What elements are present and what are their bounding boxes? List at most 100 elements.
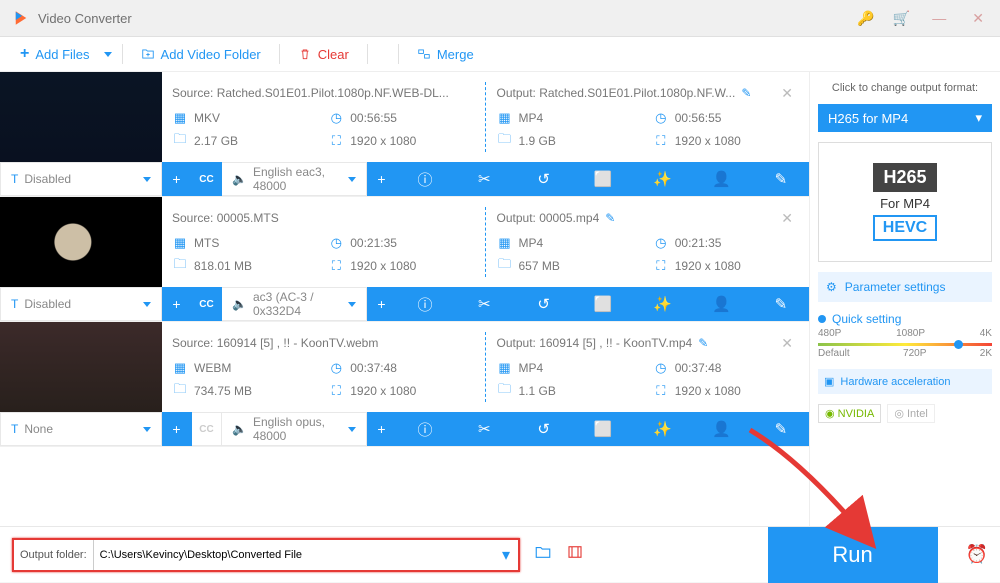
edit-tool-6[interactable]: ✎ — [769, 295, 793, 313]
audio-dropdown[interactable]: 🔈ac3 (AC-3 / 0x332D4 — [222, 287, 367, 321]
edit-tool-2[interactable]: ↺ — [532, 295, 556, 313]
edit-output-name-button[interactable]: ✎ — [605, 211, 615, 225]
close-window-button[interactable]: ✕ — [968, 10, 988, 27]
remove-item-button[interactable]: ✕ — [781, 210, 799, 227]
clock-icon: ◷ — [653, 110, 669, 126]
cc-button[interactable]: CC — [192, 287, 222, 321]
source-size: 2.17 GB — [194, 134, 238, 148]
hardware-acceleration-toggle[interactable]: ▣ Hardware acceleration — [818, 369, 992, 394]
output-label: Output: 00005.mp4 — [497, 211, 600, 225]
format-name: H265 for MP4 — [828, 111, 908, 126]
video-thumbnail[interactable] — [0, 197, 162, 287]
add-files-button[interactable]: + Add Files — [12, 41, 98, 67]
hw-label: Hardware acceleration — [840, 376, 950, 388]
edit-tool-3[interactable]: ⬜ — [591, 170, 615, 188]
output-resolution: 1920 x 1080 — [675, 259, 741, 273]
plus-icon: + — [20, 45, 29, 63]
output-label: Output: 160914 [5] , !! - KoonTV.mp4 — [497, 336, 693, 350]
resolution-icon: ⛶ — [653, 133, 669, 149]
edit-tool-5[interactable]: 👤 — [710, 420, 734, 438]
format-preview[interactable]: H265 For MP4 HEVC — [818, 142, 992, 262]
output-format-dropdown[interactable]: H265 for MP4 ▾ — [818, 104, 992, 132]
add-subtitle-button[interactable]: + — [162, 287, 192, 321]
output-size: 657 MB — [519, 259, 560, 273]
q-default: Default — [818, 348, 850, 359]
parameter-settings-button[interactable]: ⚙ Parameter settings — [818, 272, 992, 302]
resolution-icon: ⛶ — [653, 258, 669, 274]
output-folder-label: Output folder: — [14, 540, 94, 570]
nvidia-badge: ◉ NVIDIA — [818, 404, 881, 423]
output-label: Output: Ratched.S01E01.Pilot.1080p.NF.W.… — [497, 86, 736, 100]
folder-icon: 🗀 — [172, 130, 188, 152]
remove-item-button[interactable]: ✕ — [781, 85, 799, 102]
add-audio-button[interactable]: + — [367, 412, 397, 446]
separator — [122, 44, 123, 64]
run-button[interactable]: Run — [768, 527, 938, 583]
add-files-dropdown-icon[interactable] — [104, 52, 112, 57]
video-thumbnail[interactable] — [0, 322, 162, 412]
output-folder-input[interactable] — [94, 549, 494, 561]
edit-tool-1[interactable]: ✂ — [472, 420, 496, 438]
key-icon[interactable]: 🔑 — [857, 10, 874, 27]
dot-icon — [818, 315, 826, 323]
cc-button[interactable]: CC — [192, 412, 222, 446]
edit-tool-0[interactable]: ⓘ — [413, 294, 437, 315]
edit-tool-1[interactable]: ✂ — [472, 295, 496, 313]
edit-tool-4[interactable]: ✨ — [650, 170, 674, 188]
remove-item-button[interactable]: ✕ — [781, 335, 799, 352]
edit-tool-1[interactable]: ✂ — [472, 170, 496, 188]
clear-button[interactable]: Clear — [290, 43, 357, 66]
cart-icon[interactable]: 🛒 — [893, 10, 910, 27]
edit-tool-4[interactable]: ✨ — [650, 420, 674, 438]
resolution-icon: ⛶ — [328, 258, 344, 274]
add-audio-button[interactable]: + — [367, 162, 397, 196]
folder-icon: 🗀 — [497, 380, 513, 402]
edit-tool-3[interactable]: ⬜ — [591, 420, 615, 438]
edit-tool-3[interactable]: ⬜ — [591, 295, 615, 313]
output-duration: 00:56:55 — [675, 111, 722, 125]
output-folder-dropdown-icon[interactable]: ▾ — [494, 545, 518, 565]
add-subtitle-button[interactable]: + — [162, 412, 192, 446]
video-thumbnail[interactable] — [0, 72, 162, 162]
separator — [279, 44, 280, 64]
subtitle-dropdown[interactable]: TNone — [0, 412, 162, 446]
edit-tool-2[interactable]: ↺ — [532, 420, 556, 438]
file-item: Source: Ratched.S01E01.Pilot.1080p.NF.WE… — [0, 72, 809, 197]
edit-tool-6[interactable]: ✎ — [769, 170, 793, 188]
edit-tool-6[interactable]: ✎ — [769, 420, 793, 438]
edit-tool-5[interactable]: 👤 — [710, 295, 734, 313]
chip-icon: ▣ — [824, 375, 834, 388]
format-icon: ▦ — [497, 235, 513, 251]
minimize-button[interactable]: — — [928, 10, 950, 26]
source-format: MTS — [194, 236, 219, 250]
output-resolution: 1920 x 1080 — [675, 384, 741, 398]
edit-output-name-button[interactable]: ✎ — [741, 86, 751, 100]
audio-dropdown[interactable]: 🔈English eac3, 48000 — [222, 162, 367, 196]
subtitle-dropdown[interactable]: TDisabled — [0, 287, 162, 321]
add-audio-button[interactable]: + — [367, 287, 397, 321]
edit-tool-5[interactable]: 👤 — [710, 170, 734, 188]
edit-tool-0[interactable]: ⓘ — [413, 169, 437, 190]
add-video-folder-button[interactable]: Add Video Folder — [133, 43, 269, 66]
edit-tool-2[interactable]: ↺ — [532, 170, 556, 188]
quality-slider[interactable] — [818, 343, 992, 346]
edit-tool-4[interactable]: ✨ — [650, 295, 674, 313]
edit-toolbar: ⓘ ✂ ↺ ⬜ ✨ 👤 ✎ — [397, 162, 809, 196]
schedule-button[interactable]: ⏰ — [966, 544, 988, 565]
merge-button[interactable]: Merge — [409, 43, 482, 66]
source-label: Source: Ratched.S01E01.Pilot.1080p.NF.WE… — [172, 86, 449, 100]
q-1080p: 1080P — [896, 328, 925, 339]
file-list: Source: Ratched.S01E01.Pilot.1080p.NF.WE… — [0, 72, 810, 526]
audio-dropdown[interactable]: 🔈English opus, 48000 — [222, 412, 367, 446]
folder-icon: 🗀 — [172, 255, 188, 277]
edit-tool-0[interactable]: ⓘ — [413, 419, 437, 440]
subtitle-dropdown[interactable]: TDisabled — [0, 162, 162, 196]
film-icon[interactable] — [566, 543, 584, 566]
edit-output-name-button[interactable]: ✎ — [698, 336, 708, 350]
add-subtitle-button[interactable]: + — [162, 162, 192, 196]
slider-handle[interactable] — [954, 340, 963, 349]
clear-label: Clear — [318, 47, 349, 62]
open-folder-button[interactable] — [534, 543, 552, 566]
cc-button[interactable]: CC — [192, 162, 222, 196]
separator — [367, 44, 368, 64]
